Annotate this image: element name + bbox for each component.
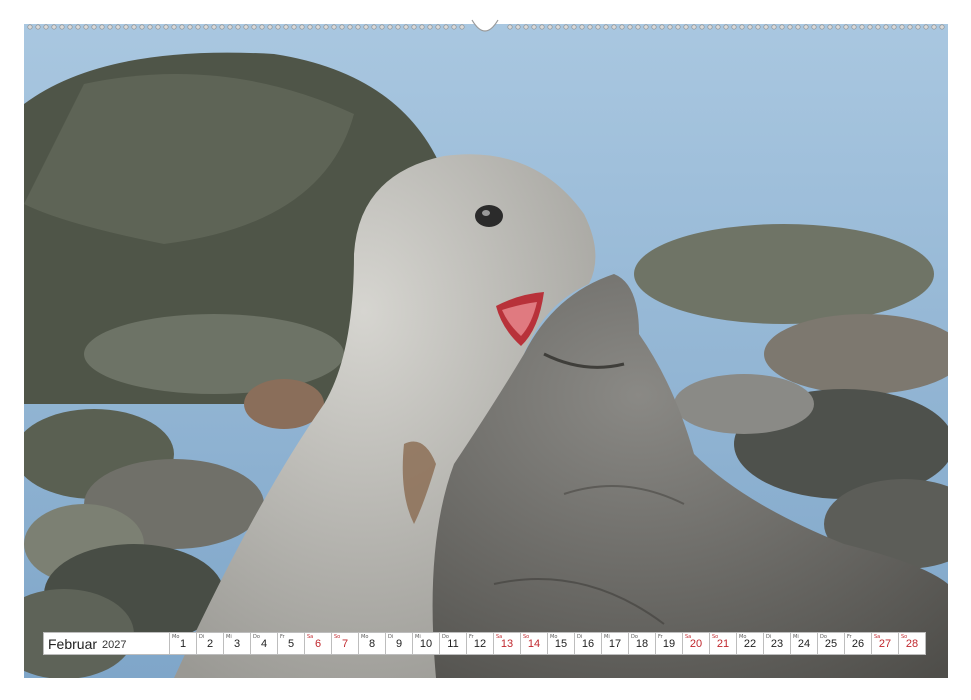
day-cell: So 28 bbox=[898, 633, 925, 654]
hanger-hook-icon bbox=[470, 18, 500, 34]
day-cell: Sa 13 bbox=[493, 633, 520, 654]
day-cell: Di 2 bbox=[196, 633, 223, 654]
day-number: 27 bbox=[878, 638, 892, 650]
day-number: 24 bbox=[797, 638, 811, 650]
day-number: 19 bbox=[662, 638, 676, 650]
day-number: 13 bbox=[500, 638, 514, 650]
month-label: Februar 2027 bbox=[44, 633, 169, 654]
day-number: 2 bbox=[206, 638, 214, 650]
day-number: 6 bbox=[314, 638, 322, 650]
day-cell: Di 23 bbox=[763, 633, 790, 654]
day-number: 20 bbox=[689, 638, 703, 650]
day-number: 4 bbox=[260, 638, 268, 650]
day-cell: Sa 6 bbox=[304, 633, 331, 654]
day-number: 7 bbox=[341, 638, 349, 650]
day-cell: Mo 8 bbox=[358, 633, 385, 654]
day-cells: Mo 1 Di 2 Mi 3 Do 4 Fr 5 Sa 6 So 7 Mo 8 Di 9 Mi 10 Do 11 Fr 12 S… bbox=[169, 633, 925, 654]
day-number: 12 bbox=[473, 638, 487, 650]
day-cell: Fr 12 bbox=[466, 633, 493, 654]
day-number: 17 bbox=[608, 638, 622, 650]
day-cell: Do 25 bbox=[817, 633, 844, 654]
day-number: 28 bbox=[905, 638, 919, 650]
day-cell: Mo 22 bbox=[736, 633, 763, 654]
day-number: 8 bbox=[368, 638, 376, 650]
day-cell: Sa 20 bbox=[682, 633, 709, 654]
day-number: 22 bbox=[743, 638, 757, 650]
day-number: 18 bbox=[635, 638, 649, 650]
day-cell: Mi 17 bbox=[601, 633, 628, 654]
day-number: 15 bbox=[554, 638, 568, 650]
day-cell: Fr 19 bbox=[655, 633, 682, 654]
day-cell: Sa 27 bbox=[871, 633, 898, 654]
day-cell: Do 4 bbox=[250, 633, 277, 654]
day-number: 23 bbox=[770, 638, 784, 650]
day-cell: So 14 bbox=[520, 633, 547, 654]
day-number: 5 bbox=[287, 638, 295, 650]
day-number: 14 bbox=[527, 638, 541, 650]
day-number: 10 bbox=[419, 638, 433, 650]
day-cell: Mo 1 bbox=[169, 633, 196, 654]
day-cell: So 7 bbox=[331, 633, 358, 654]
day-cell: Mo 15 bbox=[547, 633, 574, 654]
day-number: 25 bbox=[824, 638, 838, 650]
day-cell: Mi 3 bbox=[223, 633, 250, 654]
day-cell: Do 18 bbox=[628, 633, 655, 654]
day-cell: Fr 26 bbox=[844, 633, 871, 654]
seal-photo bbox=[24, 24, 948, 678]
day-cell: Mi 24 bbox=[790, 633, 817, 654]
day-number: 11 bbox=[447, 638, 459, 650]
day-cell: Do 11 bbox=[439, 633, 466, 654]
day-number: 21 bbox=[716, 638, 730, 650]
day-cell: Di 9 bbox=[385, 633, 412, 654]
day-cell: So 21 bbox=[709, 633, 736, 654]
day-cell: Mi 10 bbox=[412, 633, 439, 654]
month-name: Februar bbox=[48, 635, 98, 652]
day-number: 1 bbox=[179, 638, 187, 650]
day-number: 26 bbox=[851, 638, 865, 650]
day-cell: Di 16 bbox=[574, 633, 601, 654]
day-number: 9 bbox=[395, 638, 403, 650]
day-number: 3 bbox=[233, 638, 241, 650]
day-number: 16 bbox=[581, 638, 595, 650]
calendar-strip: Februar 2027 Mo 1 Di 2 Mi 3 Do 4 Fr 5 Sa 6 So 7 Mo 8 Di 9… bbox=[43, 632, 926, 655]
day-cell: Fr 5 bbox=[277, 633, 304, 654]
month-year: 2027 bbox=[102, 638, 127, 651]
